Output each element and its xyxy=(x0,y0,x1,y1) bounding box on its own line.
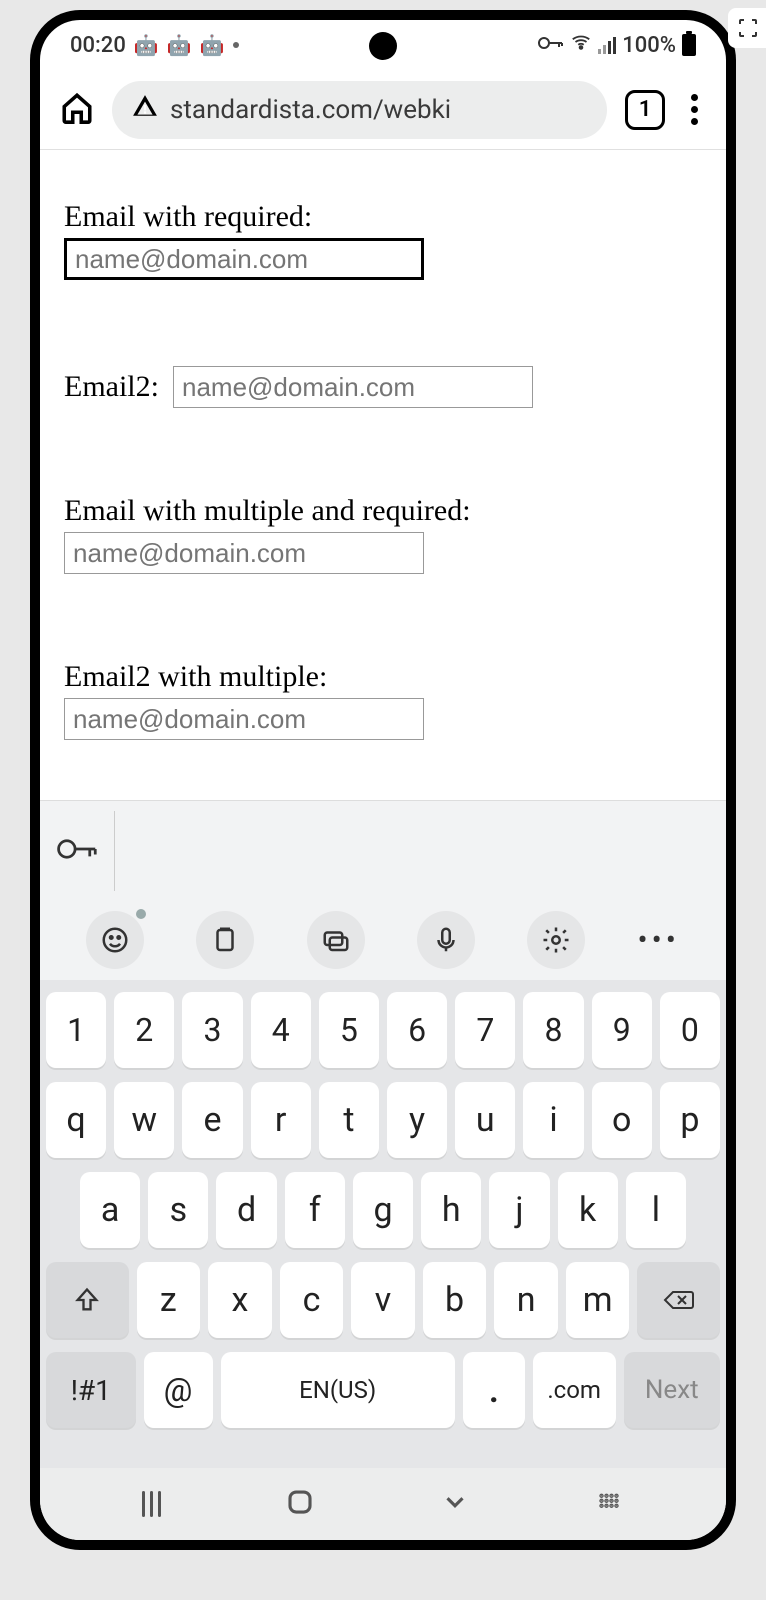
key-w[interactable]: w xyxy=(114,1082,174,1158)
battery-percent: 100% xyxy=(622,33,676,58)
key-r[interactable]: r xyxy=(251,1082,311,1158)
screenshot-crop-icon xyxy=(728,8,766,48)
keyboard: 1 2 3 4 5 6 7 8 9 0 q w e r t y u i o xyxy=(40,980,726,1468)
key-7[interactable]: 7 xyxy=(455,992,515,1068)
key-c[interactable]: c xyxy=(280,1262,344,1338)
key-backspace[interactable] xyxy=(637,1262,720,1338)
phone-frame: 00:20 🤖 🤖 🤖 100% xyxy=(30,10,736,1550)
keyboard-row-a: a s d f g h j k l xyxy=(46,1172,720,1248)
key-3[interactable]: 3 xyxy=(182,992,242,1068)
key-v[interactable]: v xyxy=(351,1262,415,1338)
key-s[interactable]: s xyxy=(148,1172,208,1248)
key-l[interactable]: l xyxy=(626,1172,686,1248)
key-4[interactable]: 4 xyxy=(251,992,311,1068)
tab-count: 1 xyxy=(639,97,652,122)
key-q[interactable]: q xyxy=(46,1082,106,1158)
label-email2: Email2: xyxy=(64,370,159,404)
key-i[interactable]: i xyxy=(523,1082,583,1158)
key-f[interactable]: f xyxy=(285,1172,345,1248)
key-n[interactable]: n xyxy=(494,1262,558,1338)
mic-icon[interactable] xyxy=(417,911,475,969)
key-2[interactable]: 2 xyxy=(114,992,174,1068)
key-at[interactable]: @ xyxy=(144,1352,213,1428)
password-key-icon[interactable] xyxy=(54,827,98,875)
keyboard-switch-icon[interactable] xyxy=(307,911,365,969)
android-icon: 🤖 xyxy=(134,33,159,57)
key-j[interactable]: j xyxy=(489,1172,549,1248)
key-x[interactable]: x xyxy=(208,1262,272,1338)
input-email-multiple-required[interactable] xyxy=(64,532,424,574)
nav-keyboard-hide-icon[interactable] xyxy=(594,1487,624,1521)
home-icon[interactable] xyxy=(60,91,94,129)
nav-back-icon[interactable] xyxy=(440,1487,470,1521)
divider xyxy=(114,811,115,891)
emoji-icon[interactable] xyxy=(86,911,144,969)
key-symbols[interactable]: !#1 xyxy=(46,1352,136,1428)
key-0[interactable]: 0 xyxy=(660,992,720,1068)
battery-icon xyxy=(682,34,696,56)
key-space[interactable]: EN(US) xyxy=(221,1352,455,1428)
key-6[interactable]: 6 xyxy=(387,992,447,1068)
browser-menu-icon[interactable] xyxy=(683,94,706,125)
key-p[interactable]: p xyxy=(660,1082,720,1158)
input-email2-multiple[interactable] xyxy=(64,698,424,740)
key-m[interactable]: m xyxy=(566,1262,630,1338)
key-e[interactable]: e xyxy=(182,1082,242,1158)
screen: 00:20 🤖 🤖 🤖 100% xyxy=(40,20,726,1540)
keyboard-toolbar: ••• xyxy=(40,900,726,980)
label-email-multiple-required: Email with multiple and required: xyxy=(64,494,702,528)
signal-icon xyxy=(598,36,616,54)
autofill-strip xyxy=(40,800,726,900)
key-t[interactable]: t xyxy=(319,1082,379,1158)
key-a[interactable]: a xyxy=(80,1172,140,1248)
key-5[interactable]: 5 xyxy=(319,992,379,1068)
nav-home-icon[interactable] xyxy=(285,1487,315,1521)
key-8[interactable]: 8 xyxy=(523,992,583,1068)
key-u[interactable]: u xyxy=(455,1082,515,1158)
clipboard-icon[interactable] xyxy=(196,911,254,969)
key-z[interactable]: z xyxy=(137,1262,201,1338)
settings-gear-icon[interactable] xyxy=(527,911,585,969)
page-content: Email with required: Email2: Email with … xyxy=(40,150,726,740)
status-more-dot xyxy=(233,42,239,48)
browser-toolbar: standardista.com/webki 1 xyxy=(40,70,726,150)
key-g[interactable]: g xyxy=(353,1172,413,1248)
key-9[interactable]: 9 xyxy=(592,992,652,1068)
key-d[interactable]: d xyxy=(216,1172,276,1248)
key-o[interactable]: o xyxy=(592,1082,652,1158)
key-y[interactable]: y xyxy=(387,1082,447,1158)
camera-punch xyxy=(369,32,397,60)
label-email2-multiple: Email2 with multiple: xyxy=(64,660,702,694)
key-shift[interactable] xyxy=(46,1262,129,1338)
key-dotcom[interactable]: .com xyxy=(533,1352,616,1428)
url-bar[interactable]: standardista.com/webki xyxy=(112,81,607,139)
vpn-key-icon xyxy=(538,33,564,58)
label-email-required: Email with required: xyxy=(64,200,702,234)
input-email-required[interactable] xyxy=(64,238,424,280)
nav-recents-icon[interactable] xyxy=(142,1491,161,1517)
keyboard-row-q: q w e r t y u i o p xyxy=(46,1082,720,1158)
keyboard-row-bottom: !#1 @ EN(US) . .com Next xyxy=(46,1352,720,1428)
key-1[interactable]: 1 xyxy=(46,992,106,1068)
key-next[interactable]: Next xyxy=(624,1352,720,1428)
input-email2[interactable] xyxy=(173,366,533,408)
wifi-icon xyxy=(570,31,592,59)
url-text: standardista.com/webki xyxy=(170,95,451,125)
not-secure-icon xyxy=(132,93,158,126)
status-time: 00:20 xyxy=(70,33,126,58)
keyboard-row-numbers: 1 2 3 4 5 6 7 8 9 0 xyxy=(46,992,720,1068)
keyboard-more-icon[interactable]: ••• xyxy=(637,923,679,958)
android-icon: 🤖 xyxy=(200,33,225,57)
nav-bar xyxy=(40,1468,726,1540)
android-icon: 🤖 xyxy=(167,33,192,57)
keyboard-row-z: z x c v b n m xyxy=(46,1262,720,1338)
key-k[interactable]: k xyxy=(558,1172,618,1248)
tab-switcher[interactable]: 1 xyxy=(625,90,665,130)
key-b[interactable]: b xyxy=(423,1262,487,1338)
key-period[interactable]: . xyxy=(463,1352,525,1428)
key-h[interactable]: h xyxy=(421,1172,481,1248)
